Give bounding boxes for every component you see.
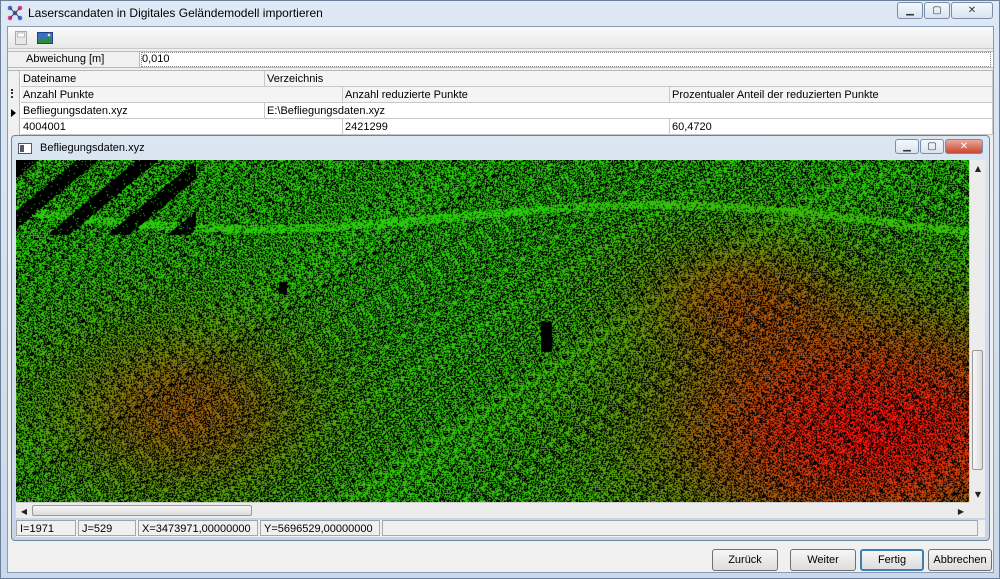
row-selector[interactable] — [8, 71, 20, 135]
main-window: Laserscandaten in Digitales Geländemodel… — [0, 0, 1000, 579]
vertical-scroll-thumb[interactable] — [972, 350, 983, 470]
current-row-icon — [11, 109, 16, 117]
child-maximize-button[interactable]: ▢ — [920, 139, 944, 154]
status-x: X=3473971,00000000 — [138, 520, 258, 536]
status-y: Y=5696529,00000000 — [260, 520, 380, 536]
horizontal-scrollbar[interactable]: ◀ ▶ — [16, 502, 969, 518]
status-i: I=1971 — [16, 520, 76, 536]
window-title: Laserscandaten in Digitales Geländemodel… — [28, 6, 323, 20]
scroll-down-icon[interactable]: ▼ — [970, 486, 985, 502]
disk-icon — [15, 30, 27, 45]
minimize-button[interactable]: ▁ — [897, 2, 923, 19]
finish-button[interactable]: Fertig — [860, 549, 924, 571]
minimize-icon: ▁ — [903, 141, 911, 152]
header-anzahl-reduziert[interactable]: Anzahl reduzierte Punkte — [343, 87, 670, 103]
header-dateiname[interactable]: Dateiname — [21, 71, 265, 87]
client-area: Abweichung [m] 0,010 Dateiname Verzeichn… — [7, 26, 994, 573]
close-icon: ✕ — [959, 141, 969, 152]
back-button[interactable]: Zurück — [712, 549, 778, 571]
deviation-label: Abweichung [m] — [8, 52, 140, 67]
child-close-button[interactable]: ✕ — [945, 139, 983, 154]
save-button[interactable] — [11, 29, 31, 47]
window-icon — [18, 142, 32, 154]
image-icon — [37, 31, 53, 44]
child-title-bar: Befliegungsdaten.xyz ▁ ▢ ✕ — [12, 136, 989, 160]
scroll-left-icon[interactable]: ◀ — [16, 503, 32, 518]
child-minimize-button[interactable]: ▁ — [895, 139, 919, 154]
deviation-field-border — [141, 52, 991, 67]
cell-prozent[interactable]: 60,4720 — [670, 119, 993, 135]
image-button[interactable] — [35, 29, 55, 47]
title-bar: Laserscandaten in Digitales Geländemodel… — [1, 1, 999, 25]
scroll-corner — [969, 502, 985, 518]
parameter-row: Abweichung [m] 0,010 — [8, 51, 993, 68]
scroll-right-icon[interactable]: ▶ — [953, 503, 969, 518]
vertical-scrollbar[interactable]: ▲ ▼ — [969, 160, 985, 502]
point-cloud-window: Befliegungsdaten.xyz ▁ ▢ ✕ ▲ ▼ ◀ ▶ I=197… — [11, 135, 990, 541]
minimize-icon: ▁ — [906, 5, 914, 16]
child-window-title: Befliegungsdaten.xyz — [40, 142, 145, 154]
horizontal-scroll-thumb[interactable] — [32, 505, 252, 516]
point-cloud-view[interactable]: ▲ ▼ ◀ ▶ — [16, 160, 985, 518]
point-cloud-canvas[interactable] — [16, 160, 969, 502]
scroll-up-icon[interactable]: ▲ — [970, 160, 985, 176]
header-prozent[interactable]: Prozentualer Anteil der reduzierten Punk… — [670, 87, 993, 103]
deviation-input[interactable]: 0,010 — [142, 53, 170, 65]
status-bar: I=1971 J=529 X=3473971,00000000 Y=569652… — [16, 520, 985, 537]
maximize-button[interactable]: ▢ — [924, 2, 950, 19]
file-grid: Dateiname Verzeichnis Anzahl Punkte Anza… — [8, 70, 993, 135]
cell-anzahl-punkte[interactable]: 4004001 — [21, 119, 343, 135]
cancel-button[interactable]: Abbrechen — [928, 549, 992, 571]
cell-dateiname[interactable]: Befliegungsdaten.xyz — [21, 103, 265, 119]
maximize-icon: ▢ — [927, 141, 937, 152]
close-button[interactable]: ✕ — [951, 2, 993, 19]
header-verzeichnis[interactable]: Verzeichnis — [265, 71, 993, 87]
cell-anzahl-reduziert[interactable]: 2421299 — [343, 119, 670, 135]
maximize-icon: ▢ — [932, 5, 942, 16]
network-icon — [7, 5, 23, 21]
status-j: J=529 — [78, 520, 136, 536]
grid-options-icon[interactable] — [11, 89, 17, 98]
next-button[interactable]: Weiter — [790, 549, 856, 571]
close-icon: ✕ — [967, 5, 977, 16]
status-empty — [382, 520, 978, 536]
cell-verzeichnis[interactable]: E:\Befliegungsdaten.xyz — [265, 103, 993, 119]
button-bar: Zurück Weiter Fertig Abbrechen — [8, 544, 993, 572]
header-anzahl-punkte[interactable]: Anzahl Punkte — [21, 87, 343, 103]
toolbar — [8, 27, 993, 49]
